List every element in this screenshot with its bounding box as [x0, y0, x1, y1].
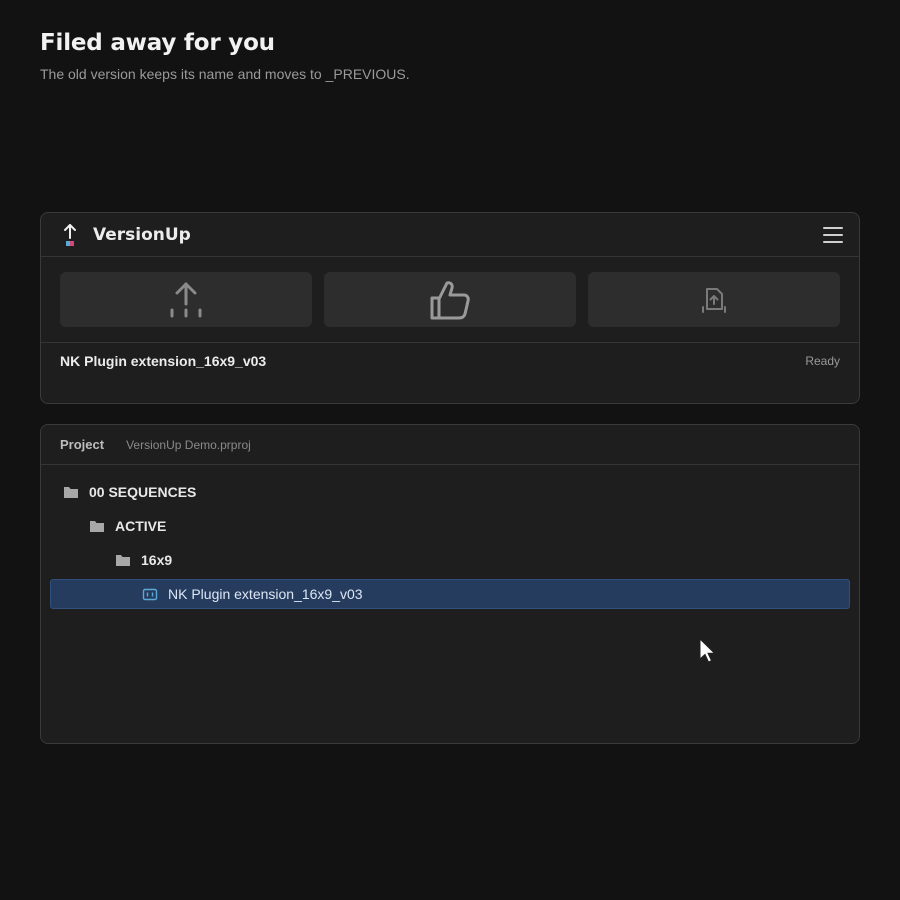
- tree-item-label: NK Plugin extension_16x9_v03: [168, 586, 363, 602]
- thumbs-up-icon: [430, 280, 470, 319]
- tree-item-label: ACTIVE: [115, 518, 167, 534]
- tree-item-label: 16x9: [141, 552, 173, 568]
- mouse-cursor-icon: [699, 638, 716, 663]
- app-title: VersionUp: [93, 224, 191, 245]
- tree-item-label: 00 SEQUENCES: [89, 484, 197, 500]
- panel-titlebar: VersionUp: [41, 213, 859, 257]
- status-bar: NK Plugin extension_16x9_v03 Ready: [41, 343, 859, 379]
- action-toolbar: [41, 257, 859, 343]
- export-button[interactable]: [588, 272, 840, 327]
- project-label: Project: [60, 437, 105, 452]
- project-tree: 00 SEQUENCES ACTIVE 16x9 NK Plugin exten…: [41, 465, 859, 609]
- project-header: Project VersionUp Demo.prproj: [41, 425, 859, 465]
- page-subtitle: The old version keeps its name and moves…: [40, 66, 410, 82]
- tree-item-folder[interactable]: ACTIVE: [41, 509, 859, 543]
- project-filename: VersionUp Demo.prproj: [126, 437, 251, 452]
- project-panel: Project VersionUp Demo.prproj 00 SEQUENC…: [40, 424, 860, 744]
- status-text: Ready: [805, 354, 840, 368]
- headline: Filed away for you The old version keeps…: [40, 30, 410, 82]
- approve-button[interactable]: [324, 272, 576, 327]
- folder-icon: [90, 521, 104, 532]
- current-sequence-name: NK Plugin extension_16x9_v03: [60, 353, 267, 369]
- tree-item-folder[interactable]: 00 SEQUENCES: [41, 475, 859, 509]
- folder-icon: [116, 555, 130, 566]
- version-up-logo-icon: [64, 223, 76, 246]
- tree-item-folder[interactable]: 16x9: [41, 543, 859, 577]
- version-up-button[interactable]: [60, 272, 312, 327]
- file-upload-icon: [702, 287, 726, 313]
- sequence-icon: [142, 588, 158, 601]
- versionup-panel: VersionUp NK Plugin extension_16x9_v03 R…: [40, 212, 860, 404]
- page-title: Filed away for you: [40, 30, 275, 56]
- folder-icon: [64, 487, 78, 498]
- tree-item-sequence-selected[interactable]: NK Plugin extension_16x9_v03: [50, 579, 850, 609]
- upload-arrow-icon: [170, 282, 202, 317]
- hamburger-menu-icon[interactable]: [823, 226, 843, 243]
